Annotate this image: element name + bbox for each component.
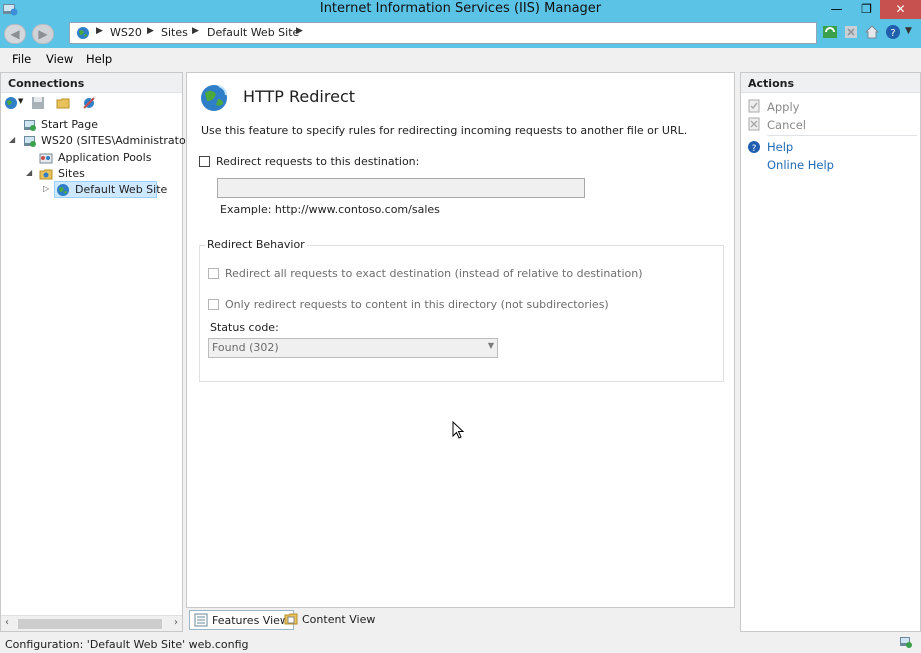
server-status-icon [900,637,912,648]
svg-text:?: ? [752,144,757,154]
destination-example: Example: http://www.contoso.com/sales [220,203,440,216]
actions-divider [767,135,917,136]
status-bar: Configuration: 'Default Web Site' web.co… [0,633,921,653]
only-directory-label: Only redirect requests to content in thi… [225,298,609,311]
breadcrumb-ws20[interactable]: WS20 [110,26,142,39]
tab-content-view[interactable]: Content View [280,610,379,630]
disconnect-icon[interactable] [82,96,96,110]
collapsed-arrow-icon[interactable]: ▷ [43,184,49,193]
actions-pane: Actions Apply Cancel ? Help Online Help [740,72,921,632]
menu-bar: File View Help [0,48,921,70]
close-button[interactable]: ✕ [880,0,921,19]
help-dropdown-icon[interactable]: ▼ [905,26,912,36]
http-redirect-globe-icon [201,85,227,111]
forward-button[interactable]: ▶ [32,24,54,44]
breadcrumb-default-web-site[interactable]: Default Web Site [207,26,299,39]
open-folder-icon[interactable] [56,96,70,110]
redirect-destination-label: Redirect requests to this destination: [216,155,420,168]
save-icon[interactable] [31,96,45,110]
menu-view[interactable]: View [46,52,73,66]
website-globe-icon [57,184,69,196]
start-page-icon [24,120,36,131]
connect-icon[interactable] [4,96,18,110]
globe-icon [77,27,89,39]
connections-toolbar: ▼ [1,93,182,113]
online-help-action[interactable]: Online Help [767,158,834,172]
svg-text:?: ? [890,28,895,39]
application-pools-icon [39,153,53,164]
window-title: Internet Information Services (IIS) Mana… [319,1,602,16]
breadcrumb-separator-icon: ▶ [192,26,199,36]
maximize-button[interactable]: ❐ [853,0,880,19]
address-row: ◀ ▶ ▶ WS20 ▶ Sites ▶ Default Web Site ▶ … [0,19,921,48]
menu-file[interactable]: File [12,52,31,66]
connections-pane: Connections ▼ Start Page ◢ WS20 (SITES\A… [0,72,190,632]
stop-icon[interactable] [843,24,859,40]
refresh-icon[interactable] [822,24,838,40]
content-view-icon [284,613,298,625]
actions-header: Actions [741,73,920,93]
status-code-label: Status code: [210,321,279,334]
only-directory-checkbox[interactable] [208,299,219,310]
breadcrumb-sites[interactable]: Sites [161,26,188,39]
status-code-select[interactable]: Found (302) ▼ [208,338,498,358]
cancel-icon [748,117,760,131]
features-view-icon [194,613,208,627]
tree-item-start-page[interactable]: Start Page [7,117,177,133]
help-icon: ? [748,141,760,154]
expanded-arrow-icon[interactable]: ◢ [26,168,32,177]
connect-dropdown-icon[interactable]: ▼ [18,97,23,105]
exact-destination-label: Redirect all requests to exact destinati… [225,267,643,280]
connections-header: Connections [1,73,182,93]
apply-action[interactable]: Apply [767,100,799,114]
apply-icon [748,99,760,113]
redirect-behavior-group [199,245,724,382]
scroll-right-icon[interactable]: › [174,617,178,628]
exact-destination-checkbox[interactable] [208,268,219,279]
breadcrumb-separator-icon: ▶ [147,26,154,36]
mouse-cursor-icon [452,421,464,439]
breadcrumb-separator-icon: ▶ [296,26,303,36]
help-icon[interactable]: ? [885,24,901,40]
main-pane: HTTP Redirect Use this feature to specif… [186,72,735,608]
address-bar[interactable]: ▶ WS20 ▶ Sites ▶ Default Web Site ▶ [69,22,817,44]
tree-item-sites[interactable]: ◢ Sites [7,166,177,182]
home-icon[interactable] [864,24,880,40]
menu-help[interactable]: Help [86,52,112,66]
feature-description: Use this feature to specify rules for re… [201,124,688,137]
tree-item-default-web-site[interactable]: ▷ Default Web Site [7,181,177,198]
redirect-behavior-legend: Redirect Behavior [205,238,307,251]
tree-item-server[interactable]: ◢ WS20 (SITES\Administrator [7,133,190,149]
help-action[interactable]: Help [767,140,793,154]
expanded-arrow-icon[interactable]: ◢ [9,135,15,144]
tab-features-view[interactable]: Features View [189,610,294,630]
scroll-thumb[interactable] [18,619,162,629]
forward-arrow-icon: ▶ [38,27,48,41]
status-text: Configuration: 'Default Web Site' web.co… [5,638,249,651]
chevron-down-icon: ▼ [487,341,494,350]
tree-item-application-pools[interactable]: Application Pools [7,150,177,166]
server-icon [24,136,36,147]
breadcrumb-separator-icon: ▶ [96,26,103,36]
view-tabs: Features View Content View [186,608,735,632]
connections-horizontal-scrollbar[interactable]: ‹ › [1,615,182,631]
page-title: HTTP Redirect [243,87,356,106]
back-arrow-icon: ◀ [10,27,20,41]
back-button[interactable]: ◀ [4,24,26,44]
scroll-left-icon[interactable]: ‹ [5,617,9,628]
minimize-button[interactable]: — [823,0,850,19]
destination-input[interactable] [217,178,585,198]
cancel-action[interactable]: Cancel [767,118,806,132]
title-bar: Internet Information Services (IIS) Mana… [0,0,921,19]
redirect-destination-checkbox[interactable] [199,156,210,167]
sites-folder-icon [39,169,53,180]
status-code-value: Found (302) [212,341,279,354]
